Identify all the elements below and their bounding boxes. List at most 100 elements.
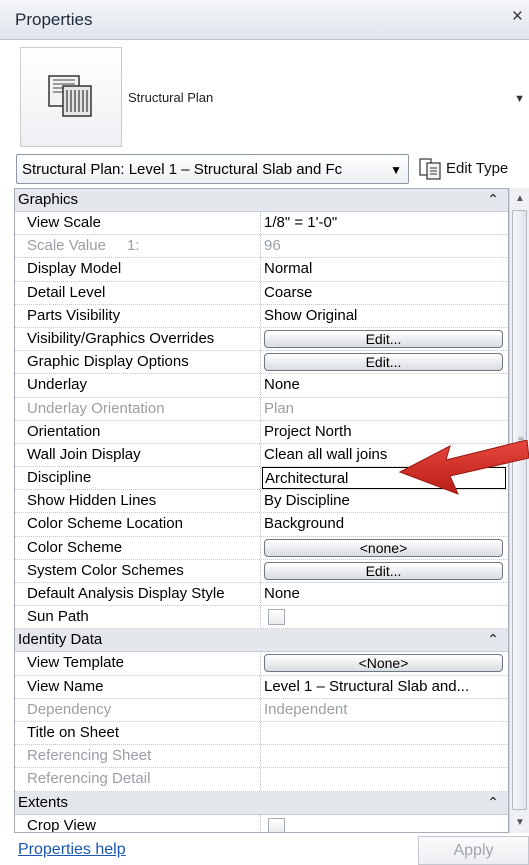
property-value[interactable]: Normal <box>262 258 508 280</box>
property-row-view-scale: View Scale 1/8" = 1'-0" <box>15 212 508 236</box>
property-value-button[interactable]: Edit... <box>264 353 503 372</box>
property-name: Discipline <box>15 467 261 490</box>
property-name: Visibility/Graphics Overrides <box>15 327 261 351</box>
property-row-dependency: Dependency Independent <box>15 698 508 722</box>
scroll-up-icon[interactable]: ▲ <box>515 193 525 204</box>
property-value[interactable]: Edit... <box>262 351 508 373</box>
property-row-graphic-display-options: Graphic Display Options Edit... <box>15 351 508 375</box>
window-title: Properties <box>15 10 93 29</box>
property-name: Referencing Detail <box>15 768 261 791</box>
property-value[interactable]: Edit... <box>262 328 508 350</box>
apply-button[interactable]: Apply <box>418 836 529 865</box>
property-value[interactable]: None <box>262 374 508 396</box>
property-value: 96 <box>264 237 281 255</box>
property-name: Crop View <box>15 814 261 832</box>
type-selector-dropdown-arrow-icon[interactable]: ▼ <box>514 93 525 105</box>
type-preview-panel: Structural Plan ▼ <box>0 41 529 151</box>
group-header-graphics[interactable]: Graphics ⌃ <box>15 189 508 212</box>
property-name: View Scale <box>15 212 261 235</box>
property-row-display-model: Display Model Normal <box>15 258 508 282</box>
property-value-button[interactable]: <none> <box>264 538 503 557</box>
property-name: Dependency <box>15 698 261 721</box>
property-name: Display Model <box>15 258 261 281</box>
property-value[interactable]: Coarse <box>262 282 508 304</box>
property-name: Orientation <box>15 420 261 443</box>
property-value-button[interactable]: <None> <box>264 654 503 673</box>
properties-footer: Properties help Apply <box>0 834 529 865</box>
property-row-title-on-sheet: Title on Sheet <box>15 721 508 746</box>
property-row-scale-value: Scale Value 1: 96 <box>15 235 508 259</box>
collapse-icon[interactable]: ⌃ <box>487 191 499 208</box>
property-value: Plan <box>264 399 295 417</box>
property-checkbox[interactable] <box>268 609 285 626</box>
instance-type-value: Structural Plan: Level 1 – Structural Sl… <box>22 161 343 178</box>
group-name: Extents <box>18 793 69 811</box>
property-value[interactable] <box>262 606 508 628</box>
properties-grid-content: Graphics ⌃ View Scale 1/8" = 1'-0" Scale Val… <box>15 189 508 832</box>
property-value: Independent <box>264 700 348 718</box>
property-name: Color Scheme <box>15 536 261 559</box>
property-name: Underlay Orientation <box>15 397 261 420</box>
scroll-down-icon[interactable]: ▼ <box>515 817 525 828</box>
property-name: View Template <box>15 652 261 675</box>
property-row-parts-visibility: Parts Visibility Show Original <box>15 304 508 328</box>
property-value[interactable]: Show Original <box>262 305 508 327</box>
edit-type-button[interactable]: Edit Type <box>418 155 529 185</box>
scrollbar-thumb[interactable]: ≡ <box>512 210 527 810</box>
property-row-system-color-schemes: System Color Schemes Edit... <box>15 559 508 583</box>
group-header-extents[interactable]: Extents ⌃ <box>15 791 508 815</box>
property-name: Wall Join Display <box>15 443 261 467</box>
instance-selector-row: Structural Plan: Level 1 – Structural Sl… <box>0 152 529 188</box>
grid-scrollbar[interactable]: ▲ ≡ ▼ <box>509 188 529 833</box>
structural-plan-icon <box>48 75 92 117</box>
property-name: Default Analysis Display Style <box>15 583 261 606</box>
property-name-text: Scale Value <box>27 237 106 255</box>
property-value <box>262 768 508 790</box>
property-value[interactable] <box>262 815 508 832</box>
property-row-underlay: Underlay None <box>15 374 508 398</box>
property-value[interactable]: Edit... <box>262 560 508 582</box>
properties-help-link[interactable]: Properties help <box>18 841 126 859</box>
group-name: Graphics <box>18 191 79 208</box>
property-name: Parts Visibility <box>15 304 261 327</box>
property-row-sun-path: Sun Path <box>15 606 508 630</box>
property-value <box>262 745 508 767</box>
property-row-underlay-orientation: Underlay Orientation Plan <box>15 397 508 421</box>
properties-grid: Graphics ⌃ View Scale 1/8" = 1'-0" Scale Val… <box>14 188 509 833</box>
property-name: Sun Path <box>15 606 261 629</box>
property-row-detail-level: Detail Level Coarse <box>15 281 508 305</box>
property-row-view-template: View Template <None> <box>15 652 508 676</box>
collapse-icon[interactable]: ⌃ <box>487 794 499 811</box>
property-name: Detail Level <box>15 281 261 304</box>
property-row-color-scheme-location: Color Scheme Location Background <box>15 513 508 537</box>
property-value[interactable]: <None> <box>262 652 508 674</box>
group-name: Identity Data <box>18 631 103 649</box>
collapse-icon[interactable]: ⌃ <box>487 631 499 648</box>
property-row-visibility-graphics-overrides: Visibility/Graphics Overrides Edit... <box>15 327 508 352</box>
property-row-crop-view: Crop View <box>15 814 508 832</box>
instance-type-dropdown[interactable]: Structural Plan: Level 1 – Structural Sl… <box>16 154 409 184</box>
dropdown-arrow-icon: ▼ <box>390 163 402 177</box>
property-value[interactable] <box>262 722 508 744</box>
group-header-identity-data[interactable]: Identity Data ⌃ <box>15 629 508 653</box>
property-row-referencing-detail: Referencing Detail <box>15 768 508 792</box>
property-value-button[interactable]: Edit... <box>264 561 503 580</box>
property-value[interactable]: None <box>262 583 508 605</box>
property-value[interactable]: Level 1 – Structural Slab and... <box>262 676 508 698</box>
type-name-label: Structural Plan <box>128 90 214 105</box>
property-row-view-name: View Name Level 1 – Structural Slab and..… <box>15 675 508 699</box>
property-checkbox[interactable] <box>268 817 285 832</box>
property-value[interactable]: <none> <box>262 537 508 559</box>
properties-titlebar: Properties × <box>0 0 529 40</box>
property-name-suffix: 1: <box>127 237 140 255</box>
property-name: Referencing Sheet <box>15 745 261 768</box>
close-icon[interactable]: × <box>512 7 523 26</box>
property-value-button[interactable]: Edit... <box>264 329 503 348</box>
property-value[interactable]: Background <box>262 513 508 535</box>
property-value[interactable]: 1/8" = 1'-0" <box>262 212 508 234</box>
edit-type-label: Edit Type <box>446 160 509 177</box>
property-name: Underlay <box>15 374 261 397</box>
property-name: Title on Sheet <box>15 721 261 745</box>
property-row-referencing-sheet: Referencing Sheet <box>15 745 508 769</box>
annotation-arrow <box>398 440 529 495</box>
